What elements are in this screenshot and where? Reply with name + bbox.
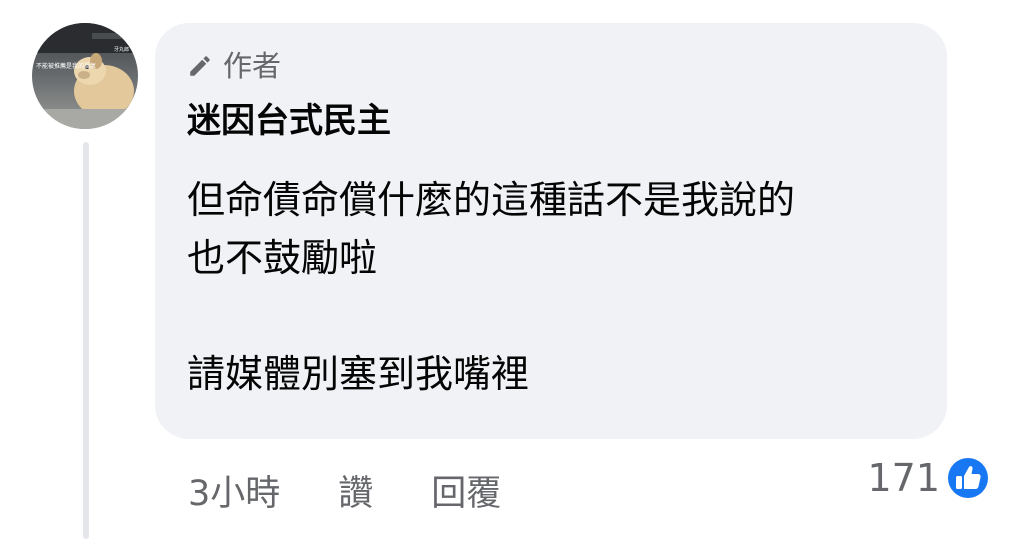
- comment-line-blank: [187, 287, 927, 345]
- commenter-name[interactable]: 迷因台式民主: [187, 99, 391, 143]
- like-thumbs-up-icon: [946, 456, 990, 500]
- comment-bubble: 作者 迷因台式民主 但命債命償什麼的這種話不是我說的 也不鼓勵啦 請媒體別塞到我…: [155, 23, 947, 439]
- pencil-icon: [187, 53, 213, 79]
- comment-thread: 不能被推薦是我的福氣 牙丸郎 作者 迷因台式民主 但命債命償什麼的這種話不是我說…: [0, 0, 1024, 539]
- timestamp[interactable]: 3小時: [188, 465, 280, 516]
- author-badge-label: 作者: [223, 49, 282, 83]
- comment-text: 但命債命償什麼的這種話不是我說的 也不鼓勵啦 請媒體別塞到我嘴裡: [187, 171, 927, 403]
- avatar-caption: 不能被推薦是我的福氣: [36, 62, 96, 70]
- reply-button[interactable]: 回覆: [431, 465, 501, 516]
- reaction-count: 171: [867, 456, 940, 500]
- author-badge: 作者: [187, 49, 281, 83]
- comment-line: 但命債命償什麼的這種話不是我說的: [187, 178, 796, 222]
- thread-line: [83, 142, 89, 539]
- comment-line: 也不鼓勵啦: [187, 236, 378, 280]
- avatar[interactable]: 不能被推薦是我的福氣 牙丸郎: [32, 23, 138, 129]
- comment-actions: 3小時 讚 回覆: [188, 462, 501, 518]
- avatar-image: 不能被推薦是我的福氣 牙丸郎: [32, 23, 138, 129]
- like-button[interactable]: 讚: [338, 465, 373, 516]
- avatar-corner-text: 牙丸郎: [114, 46, 129, 53]
- comment-line: 請媒體別塞到我嘴裡: [187, 352, 530, 396]
- reaction-summary[interactable]: 171: [867, 454, 992, 502]
